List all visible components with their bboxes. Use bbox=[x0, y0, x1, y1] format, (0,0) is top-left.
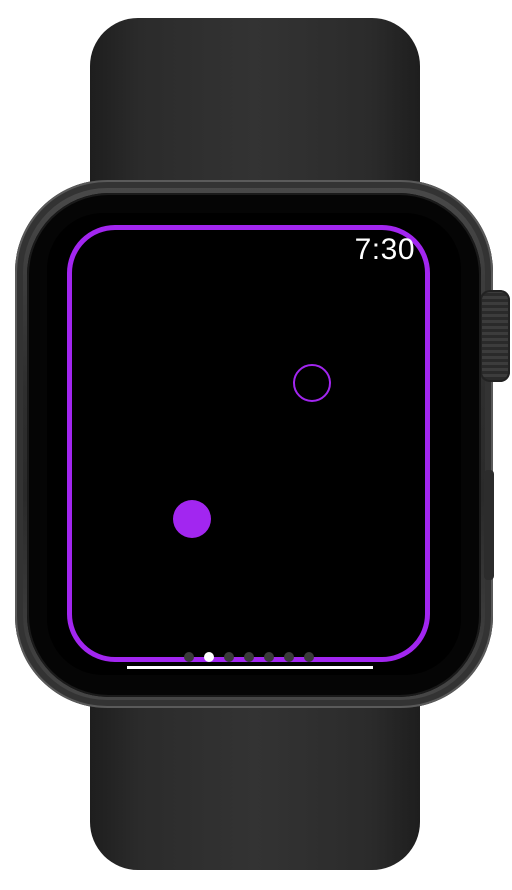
page-dot[interactable] bbox=[304, 652, 314, 662]
page-dot[interactable] bbox=[264, 652, 274, 662]
watch-screen[interactable]: 7:30 bbox=[47, 213, 461, 675]
screen-bottom-line bbox=[127, 666, 373, 669]
side-button[interactable] bbox=[484, 470, 494, 580]
game-ball[interactable] bbox=[173, 500, 211, 538]
page-dot[interactable] bbox=[184, 652, 194, 662]
page-indicator[interactable] bbox=[184, 652, 314, 662]
digital-crown[interactable] bbox=[480, 290, 510, 382]
page-dot[interactable] bbox=[224, 652, 234, 662]
page-dot-active[interactable] bbox=[204, 652, 214, 662]
game-boundary-frame bbox=[67, 225, 430, 662]
page-dot[interactable] bbox=[284, 652, 294, 662]
target-ring bbox=[293, 364, 331, 402]
page-dot[interactable] bbox=[244, 652, 254, 662]
status-time: 7:30 bbox=[354, 233, 415, 266]
